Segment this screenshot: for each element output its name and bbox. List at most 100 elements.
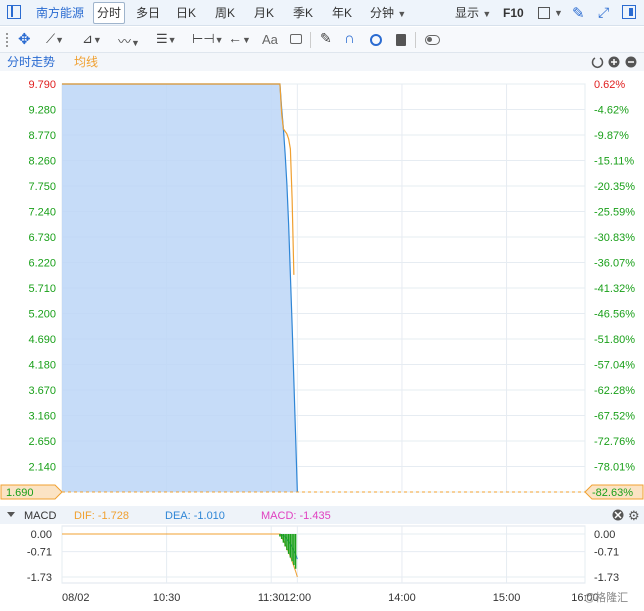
time-tick-label: 15:00: [493, 592, 521, 604]
pct-tick-label: -67.52%: [594, 411, 635, 423]
time-tick-label: 12:00: [284, 592, 312, 604]
intraday-chart[interactable]: 分时走势 均线 9.790 9.280 8.770 8.260 7.750 7.240 6.…: [0, 53, 644, 611]
time-axis: 08/02 10:30 11:30 12:00 14:00 15:00 16:00: [62, 592, 599, 604]
fullscreen-icon[interactable]: ⤢: [598, 4, 609, 21]
range-tool-icon[interactable]: ⊢⊣▼: [192, 31, 224, 47]
window-icon[interactable]: [622, 5, 636, 19]
price-tick-label: 2.140: [28, 462, 56, 474]
arrow-tool-icon[interactable]: ←▼: [228, 30, 251, 46]
price-tick-label: 5.710: [28, 283, 56, 295]
avg-legend: 均线: [74, 55, 98, 69]
brush-icon[interactable]: ✎: [572, 4, 585, 22]
line-tool-icon[interactable]: ⟋▼: [46, 31, 64, 47]
pct-tick-label: -51.80%: [594, 334, 635, 346]
chevron-down-icon: ▼: [482, 9, 492, 19]
time-tick-label: 08/02: [62, 592, 90, 604]
drawing-toolbar: ✥ ⟋▼ ⊿▼ 〰▼ ☰▼ ⊢⊣▼ ←▼ Aa ✎ ∩: [0, 27, 644, 53]
display-label: 显示: [455, 6, 480, 20]
fib-tool-icon[interactable]: ☰▼: [156, 31, 177, 47]
price-axis: 9.790 9.280 8.770 8.260 7.750 7.240 6.730 6.220…: [28, 79, 56, 474]
time-tick-label: 10:30: [153, 592, 181, 604]
price-area-fill: [62, 84, 298, 492]
macd-tick-label: -0.71: [27, 547, 52, 559]
macd-title: MACD: [24, 510, 56, 522]
price-tick-label: 7.750: [28, 181, 56, 193]
price-area: [62, 84, 298, 492]
crosshair-icon[interactable]: ✥: [18, 30, 31, 48]
toolbar-grip-icon: [6, 33, 10, 47]
tab-multi-day[interactable]: 多日: [136, 0, 160, 26]
pct-tick-label: -20.35%: [594, 181, 635, 193]
price-tick-label: 9.280: [28, 105, 56, 117]
pct-tick-label: -57.04%: [594, 360, 635, 372]
macd-dif-line: [62, 533, 298, 578]
macd-tick-label: 0.00: [31, 529, 52, 541]
price-tick-label: 7.240: [28, 207, 56, 219]
macd-dea-line: [62, 533, 298, 560]
macd-left-axis: 0.00 -0.71 -1.73: [27, 529, 52, 584]
macd-tick-label: -1.73: [27, 572, 52, 584]
magnet-icon[interactable]: ∩: [344, 30, 355, 47]
wave-tool-icon[interactable]: 〰▼: [118, 31, 140, 50]
tab-quarterly-k[interactable]: 季K: [293, 0, 313, 26]
eye-icon[interactable]: [370, 34, 382, 46]
percent-axis: 0.62% -4.62% -9.87% -15.11% -20.35% -25.59% -3…: [594, 79, 635, 474]
square-icon[interactable]: [538, 7, 550, 19]
pct-tick-label: -78.01%: [594, 462, 635, 474]
toolbar-separator: [310, 32, 311, 48]
price-tick-label: 4.180: [28, 360, 56, 372]
price-tick-label: 3.160: [28, 411, 56, 423]
price-tick-label: 2.650: [28, 436, 56, 448]
price-legend: 分时走势: [7, 55, 55, 69]
macd-right-axis: 0.00 -0.71 -1.73: [594, 529, 619, 584]
pct-tick-label: -9.87%: [594, 130, 629, 142]
tab-minute[interactable]: 分钟 ▼: [370, 0, 406, 26]
pct-tick-label: -15.11%: [594, 156, 634, 168]
watermark: @格隆汇: [584, 590, 628, 604]
price-tick-label: 6.220: [28, 258, 56, 270]
tab-intraday[interactable]: 分时: [93, 2, 126, 24]
channel-tool-icon[interactable]: ⊿▼: [82, 31, 102, 47]
macd-tick-label-right: -0.71: [594, 547, 619, 559]
pct-tick-label: -36.07%: [594, 258, 635, 270]
macd-value: MACD: -1.435: [261, 510, 331, 522]
toolbar-separator: [415, 32, 416, 48]
top-bar: 南方能源 分时 多日 日K 周K 月K 季K 年K 分钟 ▼ 显示 ▼ F10 …: [0, 0, 644, 26]
chevron-down-icon[interactable]: ▼: [554, 8, 563, 18]
price-tick-label: 8.260: [28, 156, 56, 168]
tab-monthly-k[interactable]: 月K: [254, 0, 274, 26]
stock-name[interactable]: 南方能源: [36, 0, 84, 26]
macd-tick-label-right: 0.00: [594, 529, 615, 541]
display-menu[interactable]: 显示 ▼: [455, 0, 491, 26]
sidebar-toggle-icon[interactable]: [7, 5, 21, 19]
comment-icon[interactable]: [290, 34, 302, 44]
tab-daily-k[interactable]: 日K: [176, 0, 196, 26]
gear-icon[interactable]: ⚙: [628, 508, 640, 523]
f10-button[interactable]: F10: [503, 0, 524, 26]
tab-weekly-k[interactable]: 周K: [215, 0, 235, 26]
pct-tick-label: -25.59%: [594, 207, 635, 219]
pct-tick-label: -46.56%: [594, 309, 635, 321]
price-tick-label: 3.670: [28, 385, 56, 397]
last-pct-label: -82.63%: [592, 487, 633, 499]
pen-icon[interactable]: ✎: [320, 30, 332, 47]
tab-minute-label: 分钟: [370, 6, 395, 20]
toggle-icon[interactable]: [425, 35, 440, 45]
pct-tick-label: -4.62%: [594, 105, 629, 117]
macd-dif: DIF: -1.728: [74, 510, 129, 522]
pct-tick-label: -41.32%: [594, 283, 635, 295]
price-tick-label: 9.790: [28, 79, 56, 91]
price-tick-label: 8.770: [28, 130, 56, 142]
time-tick-label: 11:30: [258, 592, 285, 604]
chevron-down-icon: ▼: [397, 9, 407, 19]
price-tick-label: 4.690: [28, 334, 56, 346]
pct-tick-label: -72.76%: [594, 436, 635, 448]
pct-tick-label: -62.28%: [594, 385, 635, 397]
text-tool-icon[interactable]: Aa: [262, 32, 278, 47]
macd-series: [62, 533, 298, 578]
price-tick-label: 6.730: [28, 232, 56, 244]
time-tick-label: 14:00: [388, 592, 416, 604]
trash-icon[interactable]: [396, 34, 406, 46]
macd-tick-label-right: -1.73: [594, 572, 619, 584]
tab-yearly-k[interactable]: 年K: [332, 0, 352, 26]
